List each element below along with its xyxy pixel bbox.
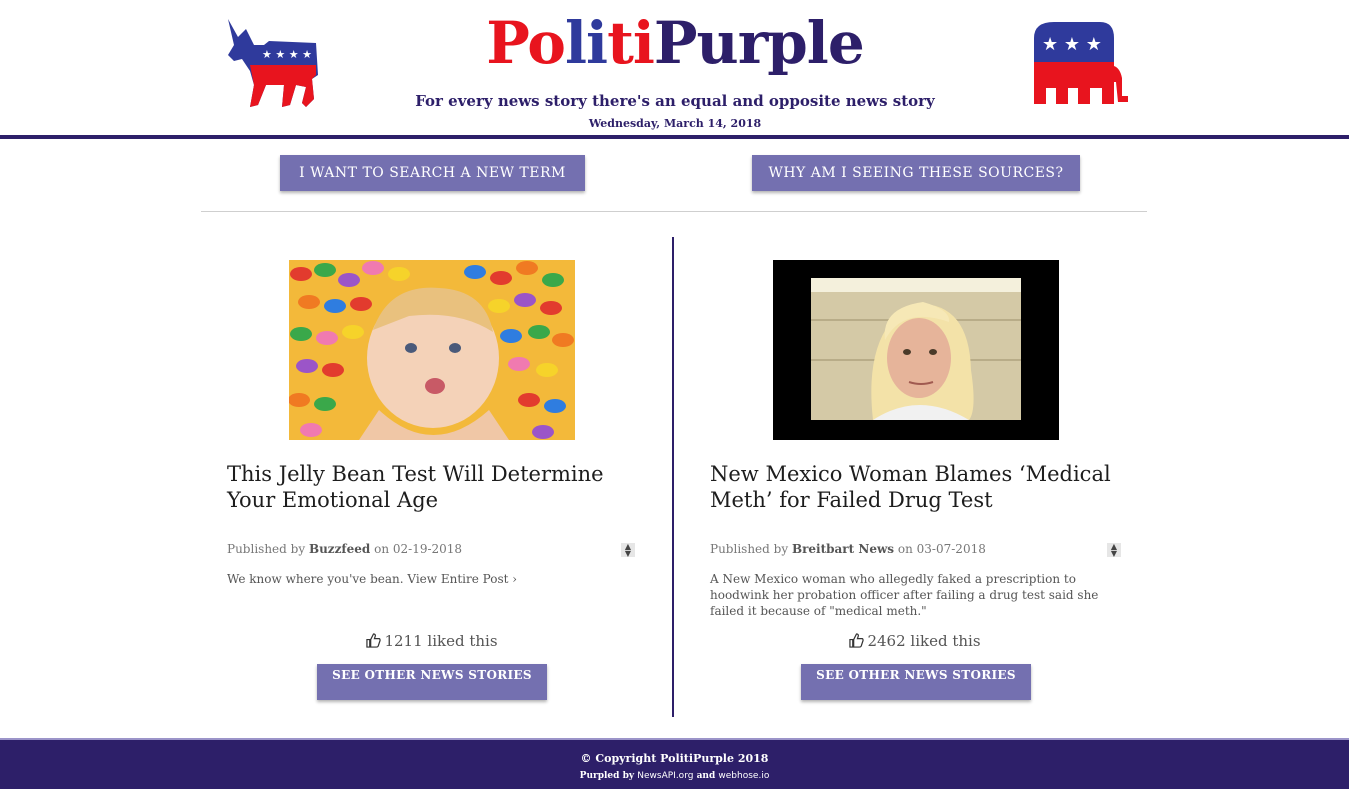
site-title: PolitiPurple [380,4,970,82]
see-other-news-button[interactable]: SEE OTHER NEWS STORIES [801,664,1031,700]
published-prefix: Published by [710,542,789,556]
description-text: We know where you've bean. [227,572,404,586]
democrat-donkey-logo: ★ ★ ★ ★ [228,19,318,107]
header-divider [0,135,1349,139]
published-on: on [897,542,913,556]
current-date: Wednesday, March 14, 2018 [588,117,762,130]
published-prefix: Published by [227,542,306,556]
like-count-text: 2462 liked this [867,632,981,650]
site-header: ★ ★ ★ ★ PolitiPurple For every news stor… [0,0,1349,140]
article-image[interactable] [773,260,1059,440]
article-headline[interactable]: New Mexico Woman Blames ‘Medical Meth’ f… [710,461,1130,513]
tagline: For every news story there's an equal an… [415,92,935,110]
and-label: and [696,771,716,781]
title-part-li: li [565,9,608,77]
article-meta: Published by Breitbart News on 03-07-201… [710,542,1090,556]
jelly-bean-baby-image [289,260,575,440]
thumbs-up-icon [366,633,382,648]
see-other-news-button[interactable]: SEE OTHER NEWS STORIES [317,664,547,700]
thumbs-up-icon [849,633,865,648]
title-part-po: Po [486,9,566,77]
svg-text:★ ★ ★ ★: ★ ★ ★ ★ [262,48,312,61]
site-footer: © Copyright PolitiPurple 2018 Purpled by… [0,738,1349,789]
description-text: A New Mexico woman who allegedly faked a… [710,572,1099,618]
article-card-left: This Jelly Bean Test Will Determine Your… [227,237,647,717]
article-description: A New Mexico woman who allegedly faked a… [710,571,1120,619]
like-count-text: 1211 liked this [384,632,498,650]
search-new-term-button[interactable]: I WANT TO SEARCH A NEW TERM [280,155,585,191]
sort-toggle-icon[interactable]: ▲ ▼ [621,543,635,558]
article-source: Buzzfeed [308,542,371,556]
published-on: on [374,542,390,556]
like-count[interactable]: 1211 liked this [227,632,637,650]
section-divider [201,211,1147,212]
article-card-right: New Mexico Woman Blames ‘Medical Meth’ f… [710,237,1130,717]
column-divider [672,237,674,717]
title-part-ti: ti [607,9,655,77]
footer-credit: Purpled by NewsAPI.org and webhose.io [0,771,1349,781]
purpled-by-label: Purpled by [579,771,635,781]
article-source: Breitbart News [791,542,895,556]
footer-copyright: © Copyright PolitiPurple 2018 [580,752,769,765]
newsapi-link[interactable]: NewsAPI.org [637,771,693,781]
republican-elephant-logo: ★ ★ ★ [1034,22,1128,104]
view-entire-post-link[interactable]: View Entire Post › [407,572,517,586]
svg-text:★ ★ ★: ★ ★ ★ [1042,34,1102,55]
sort-toggle-icon[interactable]: ▲ ▼ [1107,543,1121,558]
article-meta: Published by Buzzfeed on 02-19-2018 [227,542,607,556]
like-count[interactable]: 2462 liked this [710,632,1120,650]
article-description: We know where you've bean. View Entire P… [227,571,637,587]
why-these-sources-button[interactable]: WHY AM I SEEING THESE SOURCES? [752,155,1080,191]
title-part-purple: Purple [653,9,865,77]
article-headline[interactable]: This Jelly Bean Test Will Determine Your… [227,461,647,513]
webhose-link[interactable]: webhose.io [718,771,769,781]
mugshot-image [773,260,1059,440]
article-image[interactable] [289,260,575,440]
article-date: 02-19-2018 [392,542,463,556]
article-date: 03-07-2018 [916,542,986,556]
